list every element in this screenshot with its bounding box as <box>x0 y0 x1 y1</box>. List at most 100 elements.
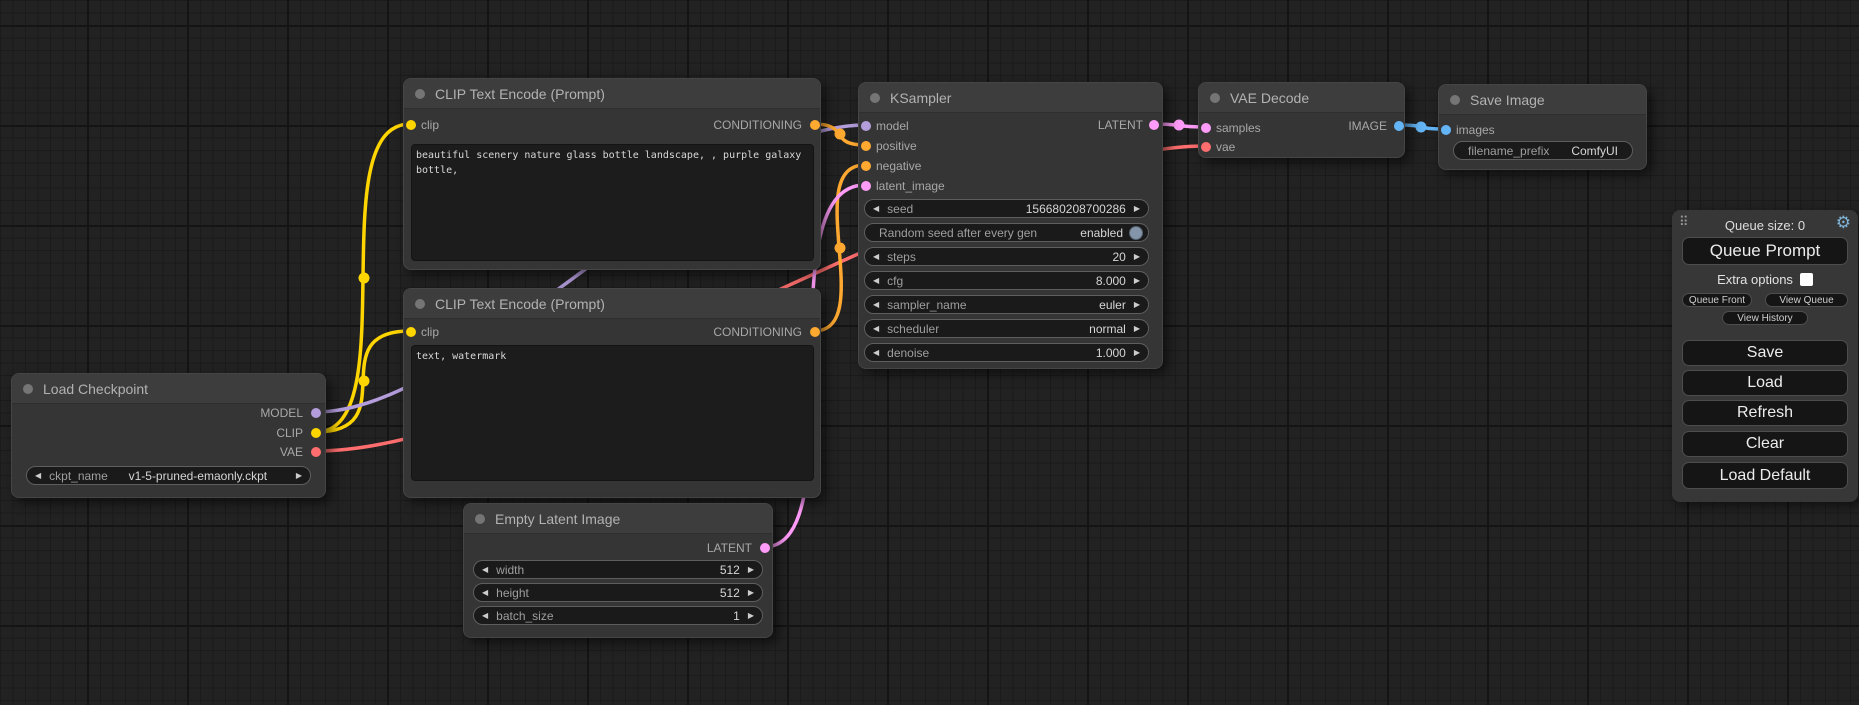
port-label-conditioning: CONDITIONING <box>713 324 802 340</box>
node-title-bar[interactable]: CLIP Text Encode (Prompt) <box>404 79 820 109</box>
node-title-bar[interactable]: VAE Decode <box>1199 83 1404 113</box>
images-input-port[interactable] <box>1441 125 1451 135</box>
widget-label: sampler_name <box>887 298 966 312</box>
width-widget[interactable]: ◀ width 512 ▶ <box>473 560 763 579</box>
toggle-knob[interactable] <box>1129 226 1143 240</box>
increment-arrow[interactable]: ▶ <box>1126 272 1148 289</box>
steps-widget[interactable]: ◀ steps 20 ▶ <box>864 247 1149 266</box>
increment-arrow[interactable]: ▶ <box>740 561 762 578</box>
queue-prompt-button[interactable]: Queue Prompt <box>1682 237 1848 265</box>
node-save-image[interactable]: Save Image images filename_prefix ComfyU… <box>1438 84 1647 170</box>
filename-prefix-widget[interactable]: filename_prefix ComfyUI <box>1453 141 1633 160</box>
clear-button[interactable]: Clear <box>1682 431 1848 457</box>
extra-options-checkbox[interactable] <box>1800 273 1813 286</box>
latent-output-port[interactable] <box>1149 120 1159 130</box>
decrement-arrow[interactable]: ◀ <box>865 200 887 217</box>
node-title-bar[interactable]: Empty Latent Image <box>464 504 772 534</box>
port-label-positive: positive <box>876 138 917 154</box>
scheduler-widget[interactable]: ◀ scheduler normal ▶ <box>864 319 1149 338</box>
increment-arrow[interactable]: ▶ <box>1126 248 1148 265</box>
port-label-clip: CLIP <box>276 425 303 441</box>
clip-input-port[interactable] <box>406 327 416 337</box>
prompt-textarea[interactable]: beautiful scenery nature glass bottle la… <box>411 144 814 261</box>
node-clip-encode-positive[interactable]: CLIP Text Encode (Prompt) clip CONDITION… <box>403 78 821 270</box>
prev-value-arrow[interactable]: ◀ <box>865 296 887 313</box>
vae-input-port[interactable] <box>1201 142 1211 152</box>
node-title-bar[interactable]: Load Checkpoint <box>12 374 325 404</box>
port-label-image: IMAGE <box>1348 118 1387 134</box>
comfyui-canvas[interactable]: { "glyphs": { "left_arrow": "◀", "right_… <box>0 0 1859 705</box>
decrement-arrow[interactable]: ◀ <box>865 272 887 289</box>
widget-label: Random seed after every gen <box>879 226 1037 240</box>
increment-arrow[interactable]: ▶ <box>740 584 762 601</box>
port-label-clip: clip <box>421 117 439 133</box>
clip-output-port[interactable] <box>311 428 321 438</box>
negative-input-port[interactable] <box>861 161 871 171</box>
positive-input-port[interactable] <box>861 141 871 151</box>
node-title-bar[interactable]: Save Image <box>1439 85 1646 115</box>
image-output-port[interactable] <box>1394 121 1404 131</box>
denoise-widget[interactable]: ◀ denoise 1.000 ▶ <box>864 343 1149 362</box>
increment-arrow[interactable]: ▶ <box>740 607 762 624</box>
model-input-port[interactable] <box>861 121 871 131</box>
node-title-bar[interactable]: KSampler <box>859 83 1162 113</box>
view-history-button[interactable]: View History <box>1722 311 1808 325</box>
prev-value-arrow[interactable]: ◀ <box>865 320 887 337</box>
vae-output-port[interactable] <box>311 447 321 457</box>
widget-label: batch_size <box>496 609 553 623</box>
prev-value-arrow[interactable]: ◀ <box>27 467 49 484</box>
port-label-samples: samples <box>1216 120 1261 136</box>
queue-front-button[interactable]: Queue Front <box>1682 293 1752 307</box>
random-seed-widget[interactable]: Random seed after every gen enabled <box>864 223 1149 242</box>
cfg-widget[interactable]: ◀ cfg 8.000 ▶ <box>864 271 1149 290</box>
refresh-button[interactable]: Refresh <box>1682 400 1848 426</box>
prompt-textarea[interactable]: text, watermark <box>411 345 814 481</box>
node-load-checkpoint[interactable]: Load Checkpoint MODEL CLIP VAE ◀ ckpt_na… <box>11 373 326 498</box>
port-label-vae: vae <box>1216 139 1235 155</box>
node-status-dot <box>1210 93 1220 103</box>
save-button[interactable]: Save <box>1682 340 1848 366</box>
view-queue-button[interactable]: View Queue <box>1765 293 1848 307</box>
ckpt-name-widget[interactable]: ◀ ckpt_name v1-5-pruned-emaonly.ckpt ▶ <box>26 466 311 485</box>
increment-arrow[interactable]: ▶ <box>1126 344 1148 361</box>
widget-label: height <box>496 586 529 600</box>
load-button[interactable]: Load <box>1682 370 1848 396</box>
seed-widget[interactable]: ◀ seed 156680208700286 ▶ <box>864 199 1149 218</box>
height-widget[interactable]: ◀ height 512 ▶ <box>473 583 763 602</box>
decrement-arrow[interactable]: ◀ <box>865 248 887 265</box>
load-default-button[interactable]: Load Default <box>1682 462 1848 489</box>
sampler-name-widget[interactable]: ◀ sampler_name euler ▶ <box>864 295 1149 314</box>
port-label-latent: LATENT <box>707 540 752 556</box>
widget-value: 1 <box>733 609 740 623</box>
next-value-arrow[interactable]: ▶ <box>288 467 310 484</box>
model-output-port[interactable] <box>311 408 321 418</box>
widget-value: v1-5-pruned-emaonly.ckpt <box>129 469 268 483</box>
node-title-bar[interactable]: CLIP Text Encode (Prompt) <box>404 289 820 319</box>
increment-arrow[interactable]: ▶ <box>1126 200 1148 217</box>
latent-output-port[interactable] <box>760 543 770 553</box>
decrement-arrow[interactable]: ◀ <box>474 584 496 601</box>
clip-input-port[interactable] <box>406 120 416 130</box>
node-status-dot <box>23 384 33 394</box>
widget-label: denoise <box>887 346 929 360</box>
widget-value: 20 <box>1112 250 1125 264</box>
node-status-dot <box>415 89 425 99</box>
latent-image-input-port[interactable] <box>861 181 871 191</box>
decrement-arrow[interactable]: ◀ <box>865 344 887 361</box>
port-label-model: model <box>876 118 909 134</box>
conditioning-output-port[interactable] <box>810 327 820 337</box>
next-value-arrow[interactable]: ▶ <box>1126 320 1148 337</box>
next-value-arrow[interactable]: ▶ <box>1126 296 1148 313</box>
node-ksampler[interactable]: KSampler model positive negative latent_… <box>858 82 1163 369</box>
decrement-arrow[interactable]: ◀ <box>474 561 496 578</box>
decrement-arrow[interactable]: ◀ <box>474 607 496 624</box>
queue-panel[interactable]: ⠿ Queue size: 0 ⚙ Queue Prompt Extra opt… <box>1672 210 1858 502</box>
node-empty-latent-image[interactable]: Empty Latent Image LATENT ◀ width 512 ▶ … <box>463 503 773 638</box>
gear-icon[interactable]: ⚙ <box>1836 213 1851 233</box>
batch-size-widget[interactable]: ◀ batch_size 1 ▶ <box>473 606 763 625</box>
node-vae-decode[interactable]: VAE Decode samples vae IMAGE <box>1198 82 1405 158</box>
samples-input-port[interactable] <box>1201 123 1211 133</box>
node-status-dot <box>870 93 880 103</box>
node-clip-encode-negative[interactable]: CLIP Text Encode (Prompt) clip CONDITION… <box>403 288 821 498</box>
conditioning-output-port[interactable] <box>810 120 820 130</box>
